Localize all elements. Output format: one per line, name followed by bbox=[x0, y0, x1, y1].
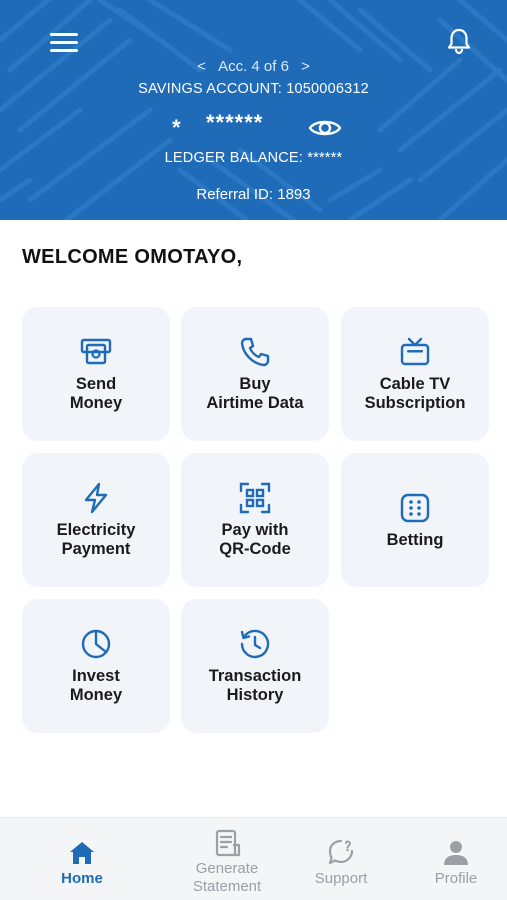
tile-label: Betting bbox=[387, 531, 444, 550]
statement-icon bbox=[215, 829, 241, 857]
menu-button[interactable] bbox=[50, 33, 78, 55]
tv-icon bbox=[400, 337, 430, 366]
tile-label-line: Invest bbox=[72, 667, 120, 685]
tile-label-line: Money bbox=[69, 394, 123, 412]
support-chat-icon bbox=[328, 839, 354, 865]
send-money-tile[interactable]: Send Money bbox=[22, 307, 170, 441]
balance-currency: * bbox=[172, 115, 181, 140]
nav-generate-statement[interactable]: Generate Statement bbox=[176, 818, 278, 900]
qr-code-icon bbox=[239, 482, 271, 514]
cable-tv-tile[interactable]: Cable TV Subscription bbox=[341, 307, 489, 441]
tile-label-line: Electricity bbox=[56, 521, 136, 539]
eye-icon bbox=[308, 120, 342, 136]
prev-account-button[interactable]: < bbox=[193, 58, 210, 75]
tile-label: Cable TV Subscription bbox=[365, 375, 466, 413]
dice-icon bbox=[400, 493, 430, 522]
account-switcher[interactable]: < Acc. 4 of 6 > bbox=[0, 58, 507, 75]
tile-label-line: Send bbox=[75, 375, 117, 393]
account-header: < Acc. 4 of 6 > SAVINGS ACCOUNT: 1050006… bbox=[0, 0, 507, 220]
nav-label-line: Generate bbox=[195, 860, 259, 877]
account-number: SAVINGS ACCOUNT: 1050006312 bbox=[138, 81, 369, 97]
pay-with-qr-tile[interactable]: Pay with QR-Code bbox=[181, 453, 329, 587]
bell-icon bbox=[447, 28, 471, 55]
referral-id: Referral ID: 1893 bbox=[196, 186, 311, 203]
nav-label: Home bbox=[61, 870, 103, 887]
invest-money-tile[interactable]: Invest Money bbox=[22, 599, 170, 733]
profile-icon bbox=[444, 841, 468, 865]
tile-label-line: History bbox=[226, 686, 284, 704]
nav-profile[interactable]: Profile bbox=[416, 818, 496, 900]
tile-label: Electricity Payment bbox=[57, 521, 136, 559]
next-account-button[interactable]: > bbox=[297, 58, 314, 75]
history-icon bbox=[240, 629, 270, 659]
tile-label: Invest Money bbox=[70, 667, 122, 705]
home-icon bbox=[70, 842, 94, 864]
balance-row: * ****** bbox=[0, 110, 507, 144]
nav-label: Support bbox=[314, 870, 368, 887]
pie-chart-icon bbox=[81, 629, 111, 659]
menu-icon-bar bbox=[50, 33, 78, 36]
buy-airtime-data-tile[interactable]: Buy Airtime Data bbox=[181, 307, 329, 441]
toggle-balance-button[interactable] bbox=[308, 116, 342, 140]
ledger-balance: LEDGER BALANCE: ****** bbox=[164, 150, 343, 166]
tile-label-line: QR-Code bbox=[219, 540, 291, 558]
tile-label: Pay with QR-Code bbox=[219, 521, 291, 559]
tile-label: Buy Airtime Data bbox=[206, 375, 303, 413]
tile-label-line: Buy bbox=[239, 375, 271, 393]
nav-label: Profile bbox=[434, 870, 478, 887]
nav-label: Generate Statement bbox=[193, 860, 261, 896]
notification-button[interactable] bbox=[444, 26, 474, 56]
balance-amount: ****** bbox=[206, 110, 264, 135]
tile-label-line: Transaction bbox=[208, 667, 302, 685]
tile-label-line: Cable TV bbox=[379, 375, 451, 393]
nav-home[interactable]: Home bbox=[42, 818, 122, 900]
money-transfer-icon bbox=[80, 338, 112, 365]
nav-support[interactable]: Support bbox=[301, 818, 381, 900]
menu-icon-bar bbox=[50, 41, 78, 44]
welcome-heading: WELCOME OMOTAYO, bbox=[22, 246, 243, 268]
tile-label-line: Money bbox=[69, 686, 123, 704]
electricity-payment-tile[interactable]: Electricity Payment bbox=[22, 453, 170, 587]
tile-label-line: Subscription bbox=[364, 394, 466, 412]
phone-icon bbox=[240, 337, 270, 367]
tile-label-line: Betting bbox=[386, 530, 444, 549]
tile-label: Transaction History bbox=[209, 667, 302, 705]
tile-label: Send Money bbox=[70, 375, 122, 413]
tile-label-line: Airtime Data bbox=[206, 394, 304, 412]
account-counter: Acc. 4 of 6 bbox=[218, 58, 289, 75]
tile-label-line: Pay with bbox=[221, 521, 289, 539]
bottom-navigation: Home Generate Statement Support Profile bbox=[0, 817, 507, 900]
tile-label-line: Payment bbox=[61, 540, 131, 558]
nav-label-line: Statement bbox=[192, 878, 262, 895]
betting-tile[interactable]: Betting bbox=[341, 453, 489, 587]
transaction-history-tile[interactable]: Transaction History bbox=[181, 599, 329, 733]
menu-icon-bar bbox=[50, 49, 78, 52]
lightning-icon bbox=[84, 482, 108, 514]
